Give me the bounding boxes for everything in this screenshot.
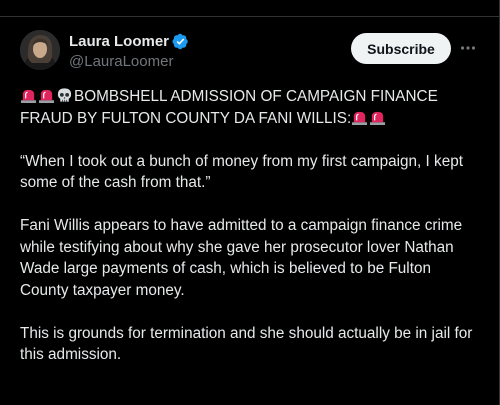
avatar[interactable] (20, 30, 60, 70)
police-light-icon (38, 87, 55, 104)
previous-tweet-remnant (0, 0, 500, 14)
author-names: Laura Loomer @LauraLoomer (69, 32, 189, 70)
tweet-paragraph-2: Fani Willis appears to have admitted to … (20, 217, 463, 299)
author-handle[interactable]: @LauraLoomer (69, 53, 189, 70)
tweet[interactable]: Laura Loomer @LauraLoomer Subscribe BOMB… (20, 30, 480, 387)
tweet-headline-paragraph: BOMBSHELL ADMISSION OF CAMPAIGN FINANCE … (20, 86, 480, 129)
tweet-text: BOMBSHELL ADMISSION OF CAMPAIGN FINANCE … (20, 86, 480, 366)
tweet-quote-paragraph: “When I took out a bunch of money from m… (20, 152, 463, 192)
verified-badge-icon (172, 33, 189, 50)
display-name-row: Laura Loomer (69, 32, 189, 51)
more-options-icon[interactable] (458, 38, 478, 58)
police-light-icon (20, 87, 37, 104)
police-light-icon (369, 109, 386, 126)
police-light-icon (351, 109, 368, 126)
tweet-paragraph-3: This is grounds for termination and she … (20, 324, 473, 364)
author-display-name[interactable]: Laura Loomer (69, 33, 169, 50)
divider (0, 16, 500, 17)
skull-icon (56, 87, 73, 104)
tweet-header: Laura Loomer @LauraLoomer Subscribe (20, 30, 480, 72)
subscribe-button[interactable]: Subscribe (351, 33, 451, 64)
